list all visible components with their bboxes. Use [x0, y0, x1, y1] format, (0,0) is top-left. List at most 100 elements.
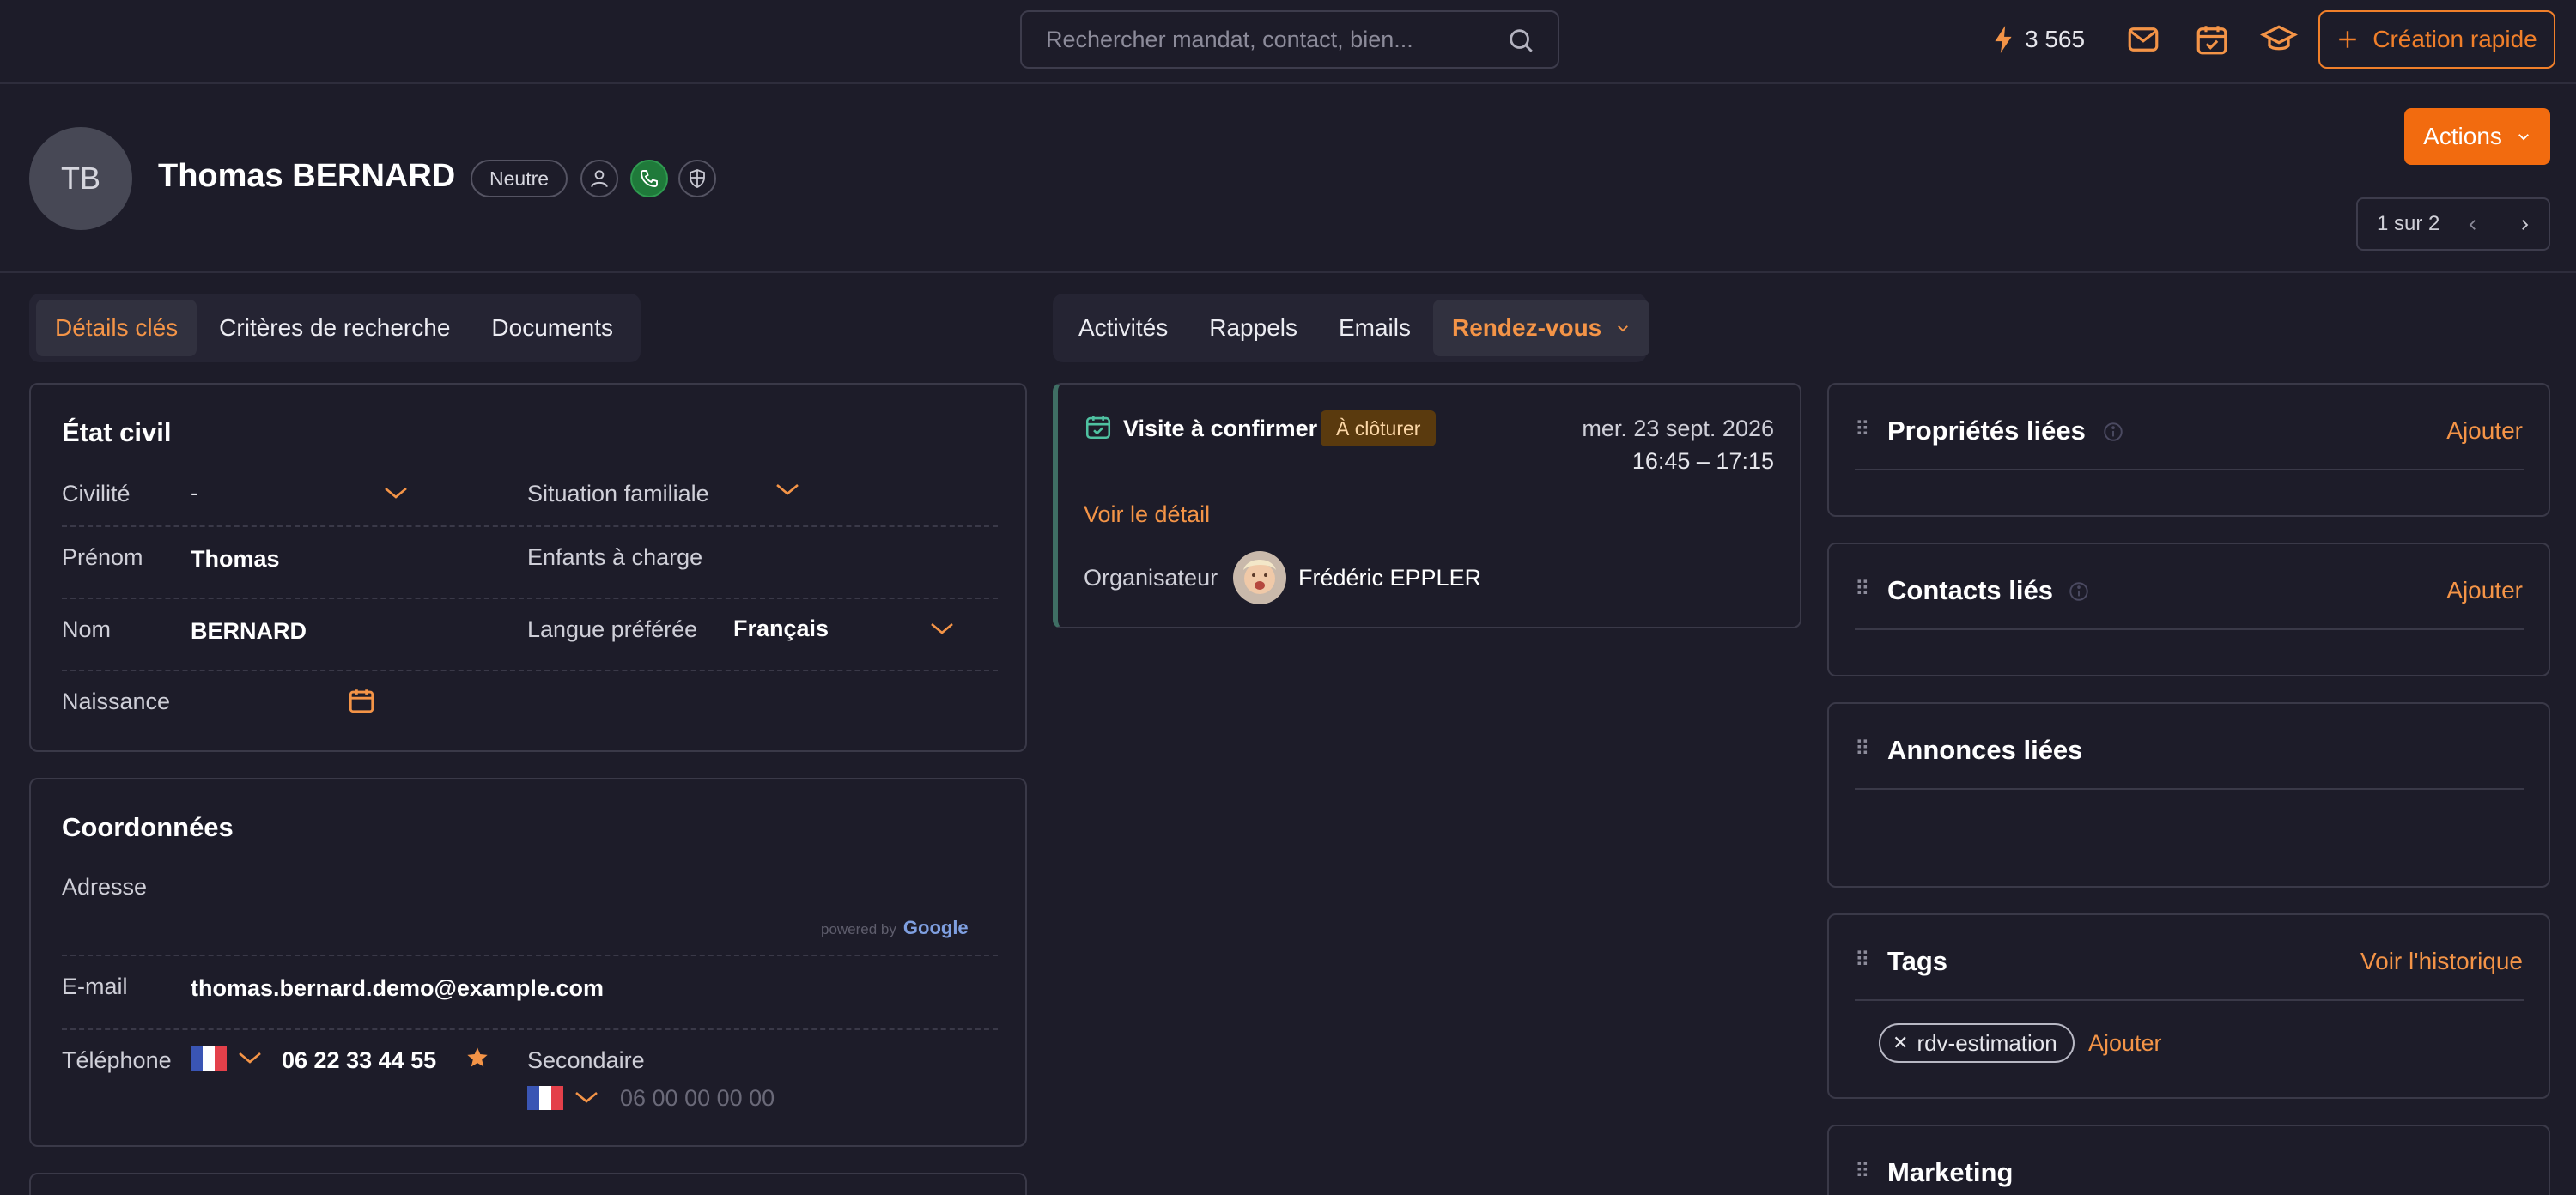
france-flag-icon[interactable]: [191, 1046, 227, 1071]
activity-tabs: Activités Rappels Emails Rendez-vous: [1053, 294, 1650, 362]
next-card: [29, 1173, 1027, 1195]
tab-activites[interactable]: Activités: [1060, 300, 1187, 356]
info-icon[interactable]: [2102, 421, 2124, 443]
add-contact-button[interactable]: Ajouter: [2446, 577, 2523, 604]
mail-icon[interactable]: [2123, 19, 2164, 60]
person-icon[interactable]: [580, 160, 618, 197]
chevron-down-icon: [383, 484, 409, 501]
contacts-lies-title: Contacts liés: [1887, 575, 2053, 605]
tags-card: ⠿ Tags Voir l'historique ✕ rdv-estimatio…: [1827, 913, 2550, 1099]
global-search[interactable]: [1020, 10, 1559, 69]
organizer-name[interactable]: Frédéric EPPLER: [1298, 565, 1481, 591]
drag-handle-icon[interactable]: ⠿: [1855, 577, 1870, 602]
divider: [62, 1028, 998, 1030]
google-logo: Google: [902, 917, 969, 938]
drag-handle-icon[interactable]: ⠿: [1855, 1159, 1870, 1184]
email-label: E-mail: [62, 974, 128, 999]
annonces-liees-title: Annonces liées: [1887, 735, 2083, 765]
tab-documents[interactable]: Documents: [472, 300, 632, 356]
civilite-value: -: [191, 479, 198, 506]
langue-select[interactable]: Français: [733, 610, 955, 647]
chevron-down-icon: [1615, 320, 1631, 336]
graduation-cap-icon[interactable]: [2258, 19, 2300, 60]
prenom-value[interactable]: Thomas: [191, 546, 280, 573]
secondaire-label: Secondaire: [527, 1047, 645, 1073]
etat-civil-card: État civil Civilité - Situation familial…: [29, 383, 1027, 752]
phone-icon[interactable]: [630, 160, 668, 197]
divider: [62, 955, 998, 956]
marketing-title: Marketing: [1887, 1157, 2014, 1187]
drag-handle-icon[interactable]: ⠿: [1855, 948, 1870, 973]
powered-by-label: powered by: [821, 921, 896, 937]
tags-history-link[interactable]: Voir l'historique: [2360, 948, 2523, 975]
rendez-vous-card: Visite à confirmer À clôturer mer. 23 se…: [1053, 383, 1801, 628]
tag-label: rdv-estimation: [1917, 1029, 2057, 1056]
rdv-time: 16:45 – 17:15: [1631, 448, 1774, 474]
search-icon[interactable]: [1506, 26, 1535, 55]
chevron-down-icon[interactable]: [237, 1049, 263, 1066]
record-pager: 1 sur 2: [2356, 197, 2550, 251]
tag-chip[interactable]: ✕ rdv-estimation: [1879, 1023, 2075, 1063]
quick-create-button[interactable]: Création rapide: [2318, 10, 2555, 69]
prenom-label: Prénom: [62, 544, 143, 570]
chevron-down-icon: [2516, 129, 2531, 144]
annonces-liees-card: ⠿ Annonces liées: [1827, 702, 2550, 888]
calendar-icon[interactable]: [347, 685, 376, 716]
credits-counter[interactable]: 3 565: [1992, 19, 2085, 60]
situation-label: Situation familiale: [527, 481, 709, 507]
tab-rendez-vous-label: Rendez-vous: [1452, 314, 1602, 341]
nom-value[interactable]: BERNARD: [191, 618, 307, 645]
voir-detail-link[interactable]: Voir le détail: [1084, 501, 1210, 528]
search-input[interactable]: [1046, 12, 1492, 67]
drag-handle-icon[interactable]: ⠿: [1855, 737, 1870, 761]
close-icon[interactable]: ✕: [1893, 1032, 1908, 1054]
page-title: Thomas BERNARD: [158, 158, 456, 194]
info-icon[interactable]: [2068, 580, 2090, 603]
divider: [62, 670, 998, 671]
tab-emails[interactable]: Emails: [1320, 300, 1430, 356]
chevron-down-icon[interactable]: [574, 1089, 599, 1106]
chevron-left-icon[interactable]: [2461, 213, 2485, 237]
tab-details-cles[interactable]: Détails clés: [36, 300, 197, 356]
tab-criteres-recherche[interactable]: Critères de recherche: [200, 300, 469, 356]
drag-handle-icon[interactable]: ⠿: [1855, 417, 1870, 442]
naissance-label: Naissance: [62, 688, 171, 714]
star-icon[interactable]: [465, 1046, 489, 1070]
calendar-check-icon[interactable]: [2191, 19, 2233, 60]
divider: [1855, 628, 2524, 630]
add-propriete-button[interactable]: Ajouter: [2446, 417, 2523, 445]
coordonnees-card: Coordonnées Adresse powered by Google E-…: [29, 778, 1027, 1147]
organizer-label: Organisateur: [1084, 565, 1218, 591]
shield-icon[interactable]: [678, 160, 716, 197]
france-flag-icon[interactable]: [527, 1085, 563, 1111]
civilite-label: Civilité: [62, 481, 131, 507]
lightning-icon: [1992, 25, 2014, 54]
divider: [1855, 788, 2524, 790]
etat-civil-title: État civil: [62, 417, 172, 447]
situation-chevron-down-icon[interactable]: [775, 481, 800, 498]
telephone-value[interactable]: 06 22 33 44 55: [282, 1047, 436, 1074]
google-attribution: powered by Google: [821, 917, 969, 939]
divider: [1855, 469, 2524, 470]
civilite-select[interactable]: -: [191, 474, 409, 512]
calendar-check-icon: [1084, 412, 1113, 441]
pager-label: 1 sur 2: [2377, 212, 2440, 235]
avatar: [1233, 551, 1286, 604]
email-value[interactable]: thomas.bernard.demo@example.com: [191, 975, 604, 1002]
status-badge: À clôturer: [1321, 410, 1437, 446]
secondaire-input[interactable]: 06 00 00 00 00: [620, 1085, 775, 1112]
actions-button[interactable]: Actions: [2404, 108, 2550, 165]
adresse-label: Adresse: [62, 874, 148, 900]
tab-rendez-vous[interactable]: Rendez-vous: [1433, 300, 1650, 356]
credits-value: 3 565: [2025, 26, 2086, 52]
chevron-right-icon[interactable]: [2512, 213, 2537, 237]
proprietes-liees-card: ⠿ Propriétés liées Ajouter: [1827, 383, 2550, 517]
quick-create-label: Création rapide: [2372, 26, 2537, 52]
marketing-card: ⠿ Marketing: [1827, 1125, 2550, 1195]
rdv-title[interactable]: Visite à confirmer: [1123, 416, 1317, 442]
status-badge[interactable]: Neutre: [471, 160, 568, 197]
add-tag-button[interactable]: Ajouter: [2088, 1030, 2162, 1057]
langue-value: Français: [733, 615, 829, 641]
nom-label: Nom: [62, 616, 112, 642]
tab-rappels[interactable]: Rappels: [1190, 300, 1316, 356]
